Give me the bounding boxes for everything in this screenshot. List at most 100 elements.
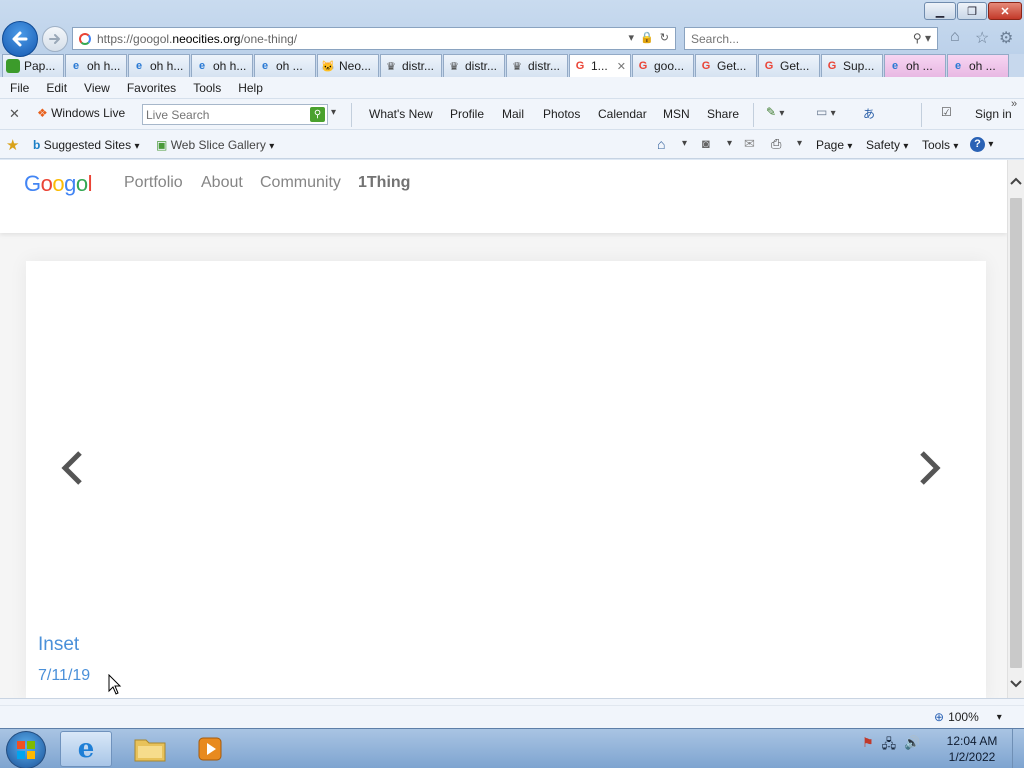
scrollbar-thumb[interactable] xyxy=(1010,198,1022,668)
home-icon[interactable]: ⌂ xyxy=(657,136,665,152)
tab-2[interactable]: e oh h... xyxy=(128,54,190,77)
status-text-area xyxy=(0,705,1024,727)
action-center-icon[interactable]: ⚑ xyxy=(862,735,874,757)
zoom-control[interactable]: ⊕ 100% ▾ xyxy=(934,710,1002,724)
sign-in-link[interactable]: Sign in xyxy=(975,107,1012,121)
menu-edit[interactable]: Edit xyxy=(46,81,67,95)
forward-button[interactable] xyxy=(42,26,68,52)
close-tab-icon[interactable]: ✕ xyxy=(617,60,626,73)
safety-menu-button[interactable]: Safety ▾ xyxy=(866,138,908,152)
tab-10[interactable]: Ggoo... xyxy=(632,54,694,77)
gear-icon[interactable]: ⚙ xyxy=(999,28,1013,48)
tab-11[interactable]: G Get... xyxy=(695,54,757,77)
live-search-dropdown-icon[interactable]: ▾ xyxy=(331,107,336,118)
network-icon[interactable]: 🖧 xyxy=(882,735,897,757)
tab-14[interactable]: e oh ... xyxy=(884,54,946,77)
carousel-slide[interactable] xyxy=(26,261,986,698)
tab-6[interactable]: ♛ distr... xyxy=(380,54,442,77)
site-logo[interactable]: Googol xyxy=(24,171,93,197)
more-chevron-icon[interactable]: » xyxy=(1011,98,1017,110)
address-dropdown-icon[interactable]: ▾ xyxy=(629,31,635,44)
link-msn[interactable]: MSN xyxy=(663,107,690,121)
translate-icon[interactable]: あ xyxy=(863,105,875,122)
writer-icon[interactable]: ✎ ▾ xyxy=(766,105,784,119)
link-whats-new[interactable]: What's New xyxy=(369,107,433,121)
carousel-next-button[interactable] xyxy=(914,448,944,488)
close-button[interactable]: ✕ xyxy=(988,2,1022,20)
menu-file[interactable]: File xyxy=(10,81,29,95)
tab-label: distr... xyxy=(402,59,435,73)
refresh-icon[interactable]: ↻ xyxy=(660,31,669,44)
print-icon[interactable]: ⎙ xyxy=(771,136,781,152)
live-search-box[interactable]: ⚲ xyxy=(142,104,328,125)
volume-icon[interactable]: 🔊 xyxy=(904,735,920,757)
web-slice-gallery-button[interactable]: ▣ Web Slice Gallery ▾ xyxy=(156,138,274,152)
start-button[interactable] xyxy=(6,731,46,768)
search-input[interactable] xyxy=(685,28,885,49)
address-url[interactable]: https://googol.neocities.org/one-thing/ xyxy=(97,32,297,46)
menu-favorites[interactable]: Favorites xyxy=(127,81,176,95)
vertical-scrollbar[interactable] xyxy=(1007,160,1024,698)
checkbox-icon[interactable]: ☑ xyxy=(941,105,952,119)
close-toolbar-icon[interactable]: ✕ xyxy=(9,106,20,122)
tab-9-active[interactable]: G 1... ✕ xyxy=(569,54,631,77)
taskbar-explorer-button[interactable] xyxy=(124,731,176,767)
scroll-up-icon[interactable] xyxy=(1008,172,1024,189)
nav-one-thing[interactable]: 1Thing xyxy=(358,174,410,192)
favorites-star-icon[interactable]: ☆ xyxy=(975,28,989,48)
link-mail[interactable]: Mail xyxy=(502,107,524,121)
nav-portfolio[interactable]: Portfolio xyxy=(124,174,183,192)
nav-community[interactable]: Community xyxy=(260,174,341,192)
spaces-icon[interactable]: ▭ ▾ xyxy=(816,105,836,119)
live-search-input[interactable] xyxy=(143,105,303,124)
taskbar-ie-button[interactable]: e xyxy=(60,731,112,767)
search-box[interactable]: ⚲ ▾ xyxy=(684,27,938,50)
home-dropdown-icon[interactable]: ▾ xyxy=(682,138,687,149)
tab-7[interactable]: ♛ distr... xyxy=(443,54,505,77)
print-dropdown-icon[interactable]: ▾ xyxy=(797,138,802,149)
folder-icon xyxy=(134,739,166,762)
carousel-prev-button[interactable] xyxy=(58,448,88,488)
zoom-dropdown-icon[interactable]: ▾ xyxy=(997,712,1002,723)
home-icon[interactable]: ⌂ xyxy=(950,28,960,46)
tools-menu-button[interactable]: Tools ▾ xyxy=(922,138,958,152)
page-menu-button[interactable]: Page ▾ xyxy=(816,138,852,152)
address-bar[interactable]: https://googol.neocities.org/one-thing/ … xyxy=(72,27,676,50)
tab-4[interactable]: e oh ... xyxy=(254,54,316,77)
menu-view[interactable]: View xyxy=(84,81,110,95)
link-calendar[interactable]: Calendar xyxy=(598,107,647,121)
tab-15[interactable]: e oh ... xyxy=(947,54,1009,77)
tab-3[interactable]: e oh h... xyxy=(191,54,253,77)
back-button[interactable] xyxy=(2,21,38,57)
mail-icon[interactable]: ✉ xyxy=(744,136,755,152)
link-share[interactable]: Share xyxy=(707,107,739,121)
windows-live-button[interactable]: ❖ Windows Live xyxy=(37,106,125,120)
menu-help[interactable]: Help xyxy=(238,81,263,95)
feed-dropdown-icon[interactable]: ▾ xyxy=(727,138,732,149)
favorites-star-icon[interactable]: ★ xyxy=(6,136,19,154)
menu-tools[interactable]: Tools xyxy=(193,81,221,95)
clock[interactable]: 12:04 AM 1/2/2022 xyxy=(940,733,1004,765)
live-search-go-icon[interactable]: ⚲ xyxy=(310,107,325,122)
slide-title[interactable]: Inset xyxy=(38,634,79,656)
minimize-button[interactable]: ▁ xyxy=(924,2,956,20)
help-button[interactable]: ? ▾ xyxy=(970,136,993,152)
tab-0[interactable]: Pap... xyxy=(2,54,64,77)
link-photos[interactable]: Photos xyxy=(543,107,580,121)
tab-5[interactable]: 🐱 Neo... xyxy=(317,54,379,77)
taskbar-media-player-button[interactable] xyxy=(184,731,236,767)
show-desktop-button[interactable] xyxy=(1012,729,1024,768)
tab-1[interactable]: e oh h... xyxy=(65,54,127,77)
tab-12[interactable]: G Get... xyxy=(758,54,820,77)
nav-about[interactable]: About xyxy=(201,174,243,192)
lock-icon[interactable]: 🔒 xyxy=(640,31,654,44)
suggested-sites-button[interactable]: b Suggested Sites ▾ xyxy=(33,138,139,152)
tab-8[interactable]: ♛ distr... xyxy=(506,54,568,77)
search-dropdown-icon[interactable]: ▾ xyxy=(925,31,931,45)
scroll-down-icon[interactable] xyxy=(1008,675,1024,692)
rss-feed-icon[interactable]: ◙ xyxy=(702,136,710,151)
search-icon[interactable]: ⚲ xyxy=(913,31,922,45)
restore-button[interactable]: ❐ xyxy=(957,2,987,20)
link-profile[interactable]: Profile xyxy=(450,107,484,121)
tab-13[interactable]: G Sup... xyxy=(821,54,883,77)
